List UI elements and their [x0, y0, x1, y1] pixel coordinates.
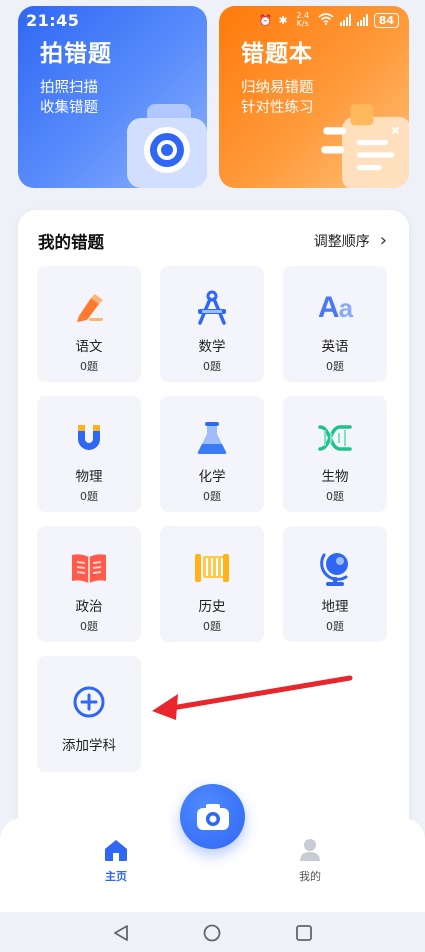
- nav-mine[interactable]: 我的: [270, 838, 350, 884]
- subject-name: 生物: [321, 469, 349, 485]
- camera-fab-button[interactable]: [180, 784, 245, 849]
- notebook-card-subtitle-1: 归纳易错题: [241, 80, 314, 96]
- subject-tile-politics[interactable]: 政治 0题: [37, 526, 141, 642]
- capture-card-subtitle-1: 拍照扫描: [40, 80, 98, 96]
- notebook-illustration-icon: [321, 104, 409, 188]
- subject-tile-math[interactable]: 数学 0题: [160, 266, 264, 382]
- flask-icon: [192, 418, 232, 458]
- chevron-right-icon: ›: [379, 230, 387, 251]
- home-icon: [105, 840, 127, 861]
- subject-tile-history[interactable]: 历史 0题: [160, 526, 264, 642]
- subject-name: 语文: [75, 339, 103, 355]
- subject-name: 地理: [321, 599, 349, 615]
- subject-name: 化学: [198, 469, 226, 485]
- add-subject-label: 添加学科: [62, 738, 116, 754]
- back-triangle-icon[interactable]: [112, 924, 130, 942]
- home-circle-icon[interactable]: [203, 924, 221, 942]
- subject-name: 英语: [321, 339, 349, 355]
- subject-count: 0题: [80, 490, 98, 503]
- camera-icon: [196, 803, 229, 830]
- system-nav-bar: [0, 912, 425, 952]
- dna-icon: [315, 418, 355, 458]
- subject-count: 0题: [326, 360, 344, 373]
- subject-name: 数学: [198, 339, 226, 355]
- magnet-icon: [69, 418, 109, 458]
- capture-mistakes-card[interactable]: 拍错题 拍照扫描 收集错题: [18, 6, 207, 188]
- reorder-label: 调整顺序: [313, 234, 370, 250]
- plus-circle-icon: [69, 682, 109, 722]
- reorder-button[interactable]: 调整顺序 ›: [314, 231, 387, 251]
- compass-icon: [192, 288, 232, 328]
- subject-tile-chemistry[interactable]: 化学 0题: [160, 396, 264, 512]
- subject-tile-geography[interactable]: 地理 0题: [283, 526, 387, 642]
- subject-name: 历史: [198, 599, 226, 615]
- add-subject-button[interactable]: 添加学科: [37, 656, 141, 772]
- subject-name: 政治: [75, 599, 103, 615]
- aa-letters-icon: Aa: [317, 291, 353, 324]
- nav-mine-label: 我的: [299, 870, 321, 883]
- panel-header: 我的错题 调整顺序 ›: [38, 230, 387, 253]
- subject-count: 0题: [80, 360, 98, 373]
- scroll-icon: [192, 548, 232, 588]
- subject-count: 0题: [326, 620, 344, 633]
- subject-count: 0题: [80, 620, 98, 633]
- subject-count: 0题: [203, 490, 221, 503]
- subject-tile-english[interactable]: Aa 英语 0题: [283, 266, 387, 382]
- nav-home-label: 主页: [105, 870, 127, 883]
- globe-icon: [315, 548, 355, 588]
- subject-count: 0题: [203, 360, 221, 373]
- camera-illustration-icon: [127, 104, 207, 188]
- subject-name: 物理: [75, 469, 103, 485]
- nav-home[interactable]: 主页: [76, 838, 156, 884]
- notebook-card-title: 错题本: [241, 41, 313, 67]
- recents-square-icon[interactable]: [295, 924, 313, 942]
- subject-count: 0题: [203, 620, 221, 633]
- capture-card-title: 拍错题: [40, 41, 112, 67]
- subject-count: 0题: [326, 490, 344, 503]
- mistake-notebook-card[interactable]: 错题本 归纳易错题 针对性练习: [219, 6, 409, 188]
- book-icon: [69, 548, 109, 588]
- panel-title: 我的错题: [38, 233, 104, 252]
- pen-icon: [69, 288, 109, 328]
- subject-tile-physics[interactable]: 物理 0题: [37, 396, 141, 512]
- user-icon: [300, 839, 320, 861]
- subject-tile-biology[interactable]: 生物 0题: [283, 396, 387, 512]
- subject-tile-chinese[interactable]: 语文 0题: [37, 266, 141, 382]
